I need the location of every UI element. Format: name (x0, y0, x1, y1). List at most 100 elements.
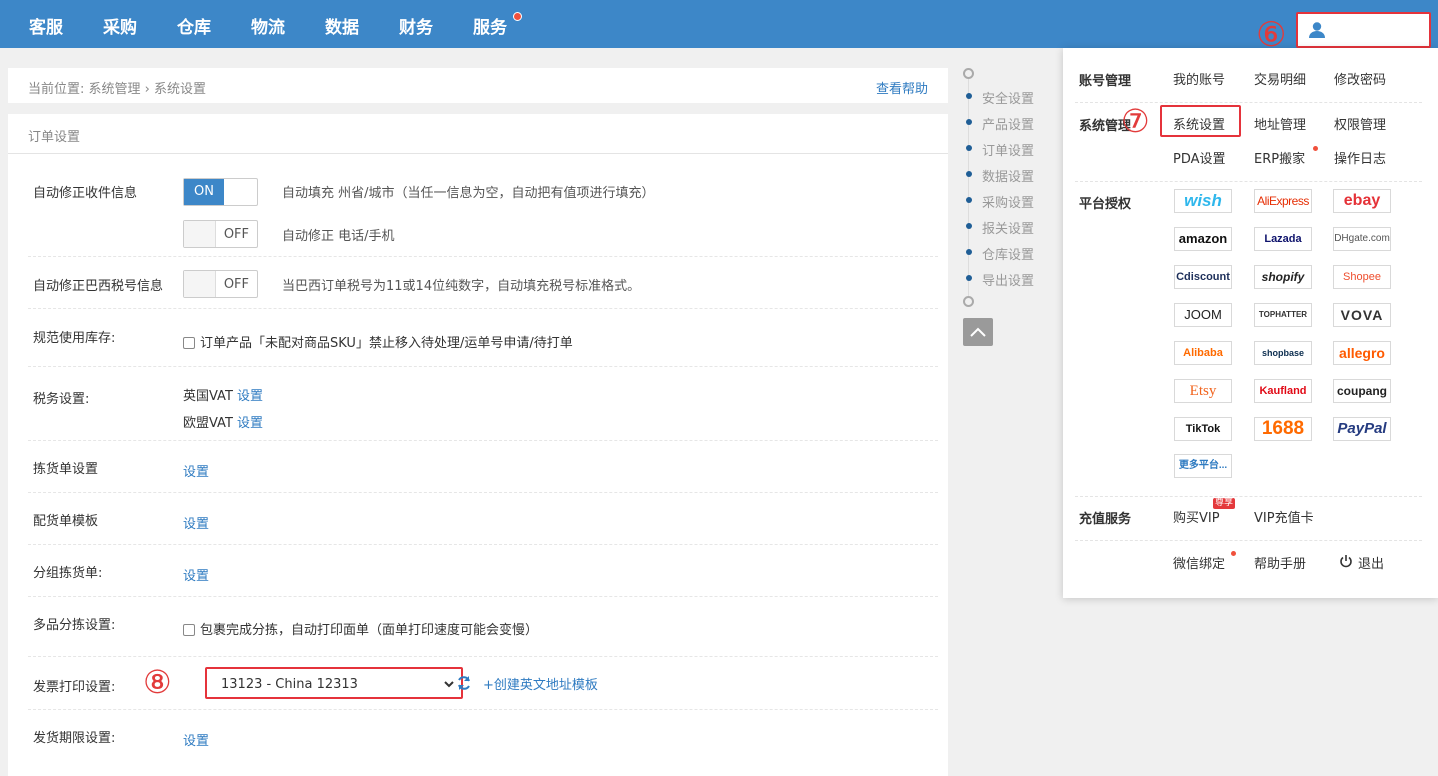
scroll-to-top-button[interactable] (963, 318, 993, 346)
anchor-data[interactable]: 数据设置 (982, 166, 1034, 185)
setting-row-ship-deadline: 发货期限设置: 设置 (28, 710, 938, 770)
anchor-warehouse[interactable]: 仓库设置 (982, 244, 1034, 263)
create-address-template-link[interactable]: +创建英文地址模板 (483, 674, 598, 693)
menu-erp-migration[interactable]: ERP搬家 (1254, 148, 1305, 167)
user-dropdown-menu: 账号管理 我的账号 交易明细 修改密码 系统管理 ⑦ 系统设置 地址管理 权限管… (1063, 48, 1438, 598)
anchor-order[interactable]: 订单设置 (982, 140, 1034, 159)
platform-logo-aliexpress[interactable]: AliExpress (1254, 189, 1312, 213)
toggle-off-label: OFF (223, 227, 249, 242)
eu-vat-label: 欧盟VAT (183, 416, 233, 431)
platform-logo-shopify[interactable]: shopify (1254, 265, 1312, 289)
checkbox[interactable] (183, 624, 195, 636)
nav-item-service[interactable]: 服务 (473, 0, 507, 48)
nav-item-customer-service[interactable]: 客服 (29, 0, 63, 48)
platform-logo-allegro[interactable]: allegro (1333, 341, 1391, 365)
menu-wechat-bind[interactable]: 微信绑定 (1173, 553, 1225, 572)
section-account-title: 账号管理 (1079, 74, 1132, 89)
section-title: 订单设置 (28, 130, 81, 145)
platform-logo-ebay[interactable]: ebay (1333, 189, 1391, 213)
divider (1075, 540, 1422, 541)
platform-logo-shopee[interactable]: Shopee (1333, 265, 1391, 289)
setting-label: 多品分拣设置: (33, 618, 116, 633)
toggle-auto-fill-state[interactable]: ON (183, 178, 258, 206)
anchor-purchase[interactable]: 采购设置 (982, 192, 1034, 211)
platform-logo-amazon[interactable]: amazon (1174, 227, 1232, 251)
nav-item-purchase[interactable]: 采购 (103, 0, 137, 48)
step-marker-7: ⑦ (1121, 102, 1150, 140)
menu-vip-card[interactable]: VIP充值卡 (1254, 507, 1314, 526)
exclusive-badge: 尊享 (1213, 498, 1236, 509)
help-link[interactable]: 查看帮助 (876, 78, 928, 97)
menu-pda-settings[interactable]: PDA设置 (1173, 148, 1226, 167)
menu-system-settings[interactable]: 系统设置 (1173, 114, 1225, 133)
menu-help-manual[interactable]: 帮助手册 (1254, 553, 1306, 572)
platform-logo-cdiscount[interactable]: Cdiscount (1174, 265, 1232, 289)
distribution-settings-link[interactable]: 设置 (183, 513, 209, 532)
user-menu-button[interactable] (1296, 12, 1431, 48)
invoice-template-select[interactable]: 13123 - China 12313 (205, 667, 463, 699)
menu-transactions[interactable]: 交易明细 (1254, 69, 1306, 88)
anchor-dot (966, 197, 972, 203)
checkbox[interactable] (183, 337, 195, 349)
platform-logo-joom[interactable]: JOOM (1174, 303, 1232, 327)
chevron-up-icon (970, 327, 986, 337)
platform-logo-dhgate[interactable]: DHgate.com (1333, 227, 1391, 251)
platform-logo-etsy[interactable]: Etsy (1174, 379, 1232, 403)
setting-description: 自动修正 电话/手机 (282, 229, 395, 244)
ship-deadline-settings-link[interactable]: 设置 (183, 730, 209, 749)
nav-item-warehouse[interactable]: 仓库 (177, 0, 211, 48)
platform-logo-shopbase[interactable]: shopbase (1254, 341, 1312, 365)
setting-label: 发货期限设置: (33, 731, 116, 746)
more-platforms-button[interactable]: 更多平台... (1174, 454, 1232, 478)
platform-logo-paypal[interactable]: PayPal (1333, 417, 1391, 441)
nav-item-finance[interactable]: 财务 (399, 0, 433, 48)
setting-label: 配货单模板 (33, 514, 99, 529)
notification-dot (1231, 551, 1236, 556)
platform-logo-lazada[interactable]: Lazada (1254, 227, 1312, 251)
platform-logo-wish[interactable]: wish (1174, 189, 1232, 213)
menu-address-management[interactable]: 地址管理 (1254, 114, 1306, 133)
toggle-auto-fix-phone[interactable]: OFF (183, 220, 258, 248)
eu-vat-line: 欧盟VAT 设置 (183, 412, 263, 431)
toggle-brazil-tax[interactable]: OFF (183, 270, 258, 298)
multi-sort-checkbox-row[interactable]: 包裹完成分拣，自动打印面单（面单打印速度可能会变慢） (183, 619, 538, 638)
group-pick-settings-link[interactable]: 设置 (183, 565, 209, 584)
step-marker-6: ⑥ (1256, 15, 1287, 55)
menu-change-password[interactable]: 修改密码 (1334, 69, 1386, 88)
platform-logo-vova[interactable]: VOVA (1333, 303, 1391, 327)
menu-permission-management[interactable]: 权限管理 (1334, 114, 1386, 133)
setting-label: 自动修正收件信息 (33, 186, 138, 201)
toggle-knob (184, 271, 216, 297)
platform-logo-kaufland[interactable]: Kaufland (1254, 379, 1312, 403)
chevron-down-icon (444, 681, 454, 688)
nav-item-data[interactable]: 数据 (325, 0, 359, 48)
pick-list-settings-link[interactable]: 设置 (183, 461, 209, 480)
refresh-icon[interactable] (456, 675, 472, 691)
anchor-security[interactable]: 安全设置 (982, 88, 1034, 107)
settings-anchor-nav: 安全设置 产品设置 订单设置 数据设置 采购设置 报关设置 仓库设置 导出设置 (963, 66, 1058, 356)
setting-label: 拣货单设置 (33, 462, 99, 477)
top-nav-bar: 客服 采购 仓库 物流 数据 财务 服务 (0, 0, 1438, 48)
order-settings-panel: 订单设置 自动修正收件信息 ON 自动填充 州省/城市（当任一信息为空，自动把有… (8, 114, 948, 776)
setting-row-stock: 规范使用库存: 订单产品「未配对商品SKU」禁止移入待处理/运单号申请/待打单 (28, 309, 938, 367)
notification-dot (1313, 146, 1318, 151)
step-marker-8: ⑧ (143, 663, 172, 701)
menu-logout[interactable]: 退出 (1358, 553, 1384, 572)
anchor-dot (966, 93, 972, 99)
nav-item-logistics[interactable]: 物流 (251, 0, 285, 48)
anchor-customs[interactable]: 报关设置 (982, 218, 1034, 237)
platform-logo-coupang[interactable]: coupang (1333, 379, 1391, 403)
eu-vat-settings-link[interactable]: 设置 (237, 416, 263, 431)
menu-buy-vip[interactable]: 购买VIP (1173, 507, 1220, 526)
menu-my-account[interactable]: 我的账号 (1173, 69, 1225, 88)
platform-logo-alibaba[interactable]: Alibaba (1174, 341, 1232, 365)
uk-vat-label: 英国VAT (183, 389, 233, 404)
platform-logo-tiktok[interactable]: TikTok (1174, 417, 1232, 441)
menu-operation-log[interactable]: 操作日志 (1334, 148, 1386, 167)
platform-logo-1688[interactable]: 1688 (1254, 417, 1312, 441)
uk-vat-settings-link[interactable]: 设置 (237, 389, 263, 404)
anchor-export[interactable]: 导出设置 (982, 270, 1034, 289)
anchor-product[interactable]: 产品设置 (982, 114, 1034, 133)
stock-checkbox-row[interactable]: 订单产品「未配对商品SKU」禁止移入待处理/运单号申请/待打单 (183, 332, 573, 351)
platform-logo-tophatter[interactable]: TOPHATTER (1254, 303, 1312, 327)
